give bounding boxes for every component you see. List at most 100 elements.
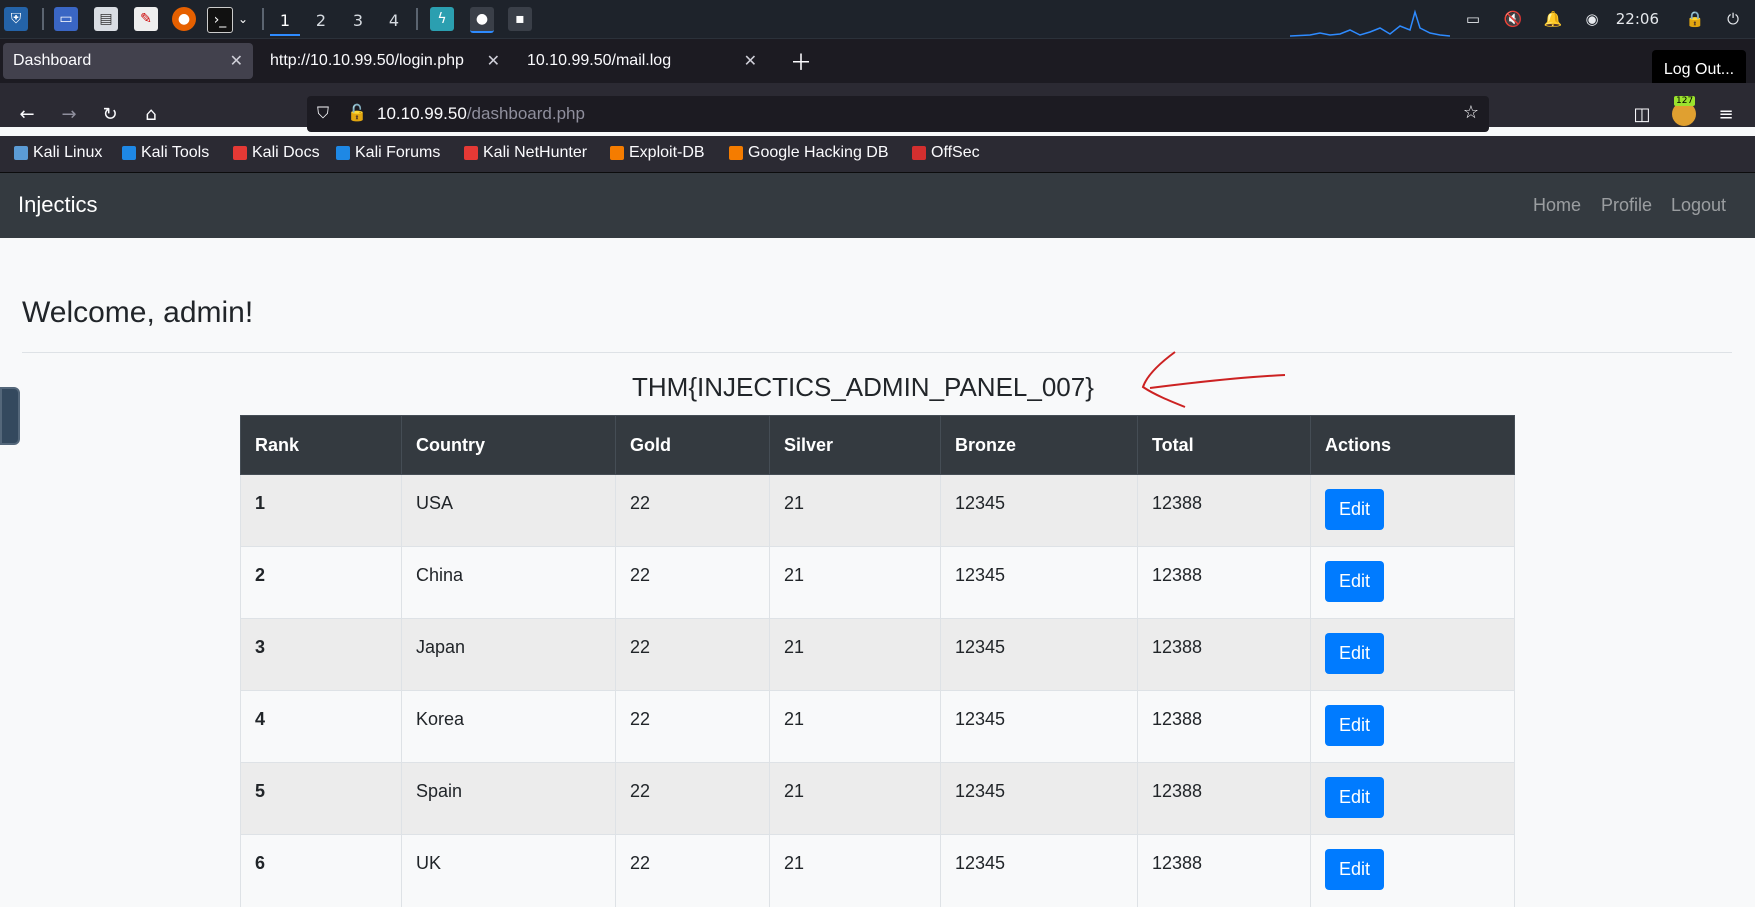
shield-icon[interactable]: ⛉ xyxy=(317,103,329,123)
kali-linux-icon xyxy=(14,146,28,160)
home-icon[interactable]: ⌂ xyxy=(139,102,163,126)
bookmark-kali-docs[interactable]: Kali Docs xyxy=(233,144,320,162)
back-icon[interactable]: ← xyxy=(15,102,39,126)
cell-rank: 6 xyxy=(240,834,402,907)
firefox-running-icon[interactable]: ● xyxy=(470,7,494,33)
nav-profile-link[interactable]: Profile xyxy=(1601,195,1652,216)
welcome-heading: Welcome, admin! xyxy=(22,296,254,329)
text-editor-icon[interactable]: ✎ xyxy=(134,7,158,31)
cell-rank: 3 xyxy=(240,618,402,691)
cell-total: 12388 xyxy=(1137,690,1311,763)
medal-table: Rank Country Gold Silver Bronze Total Ac… xyxy=(240,415,1515,907)
bookmark-label: Kali Forums xyxy=(355,144,441,161)
divider xyxy=(22,352,1732,353)
insecure-lock-icon[interactable]: 🔓 xyxy=(347,103,367,122)
table-row: 6 UK 22 21 12345 12388 Edit xyxy=(240,834,1515,907)
edit-button[interactable]: Edit xyxy=(1325,633,1385,674)
nav-logout-link[interactable]: Logout xyxy=(1671,195,1726,216)
extension-icon[interactable]: 127 xyxy=(1672,96,1696,126)
bookmark-label: Kali Linux xyxy=(33,144,103,161)
cell-total: 12388 xyxy=(1137,762,1311,835)
clock[interactable]: 22:06 xyxy=(1616,10,1659,28)
bookmark-kali-nethunter[interactable]: Kali NetHunter xyxy=(464,144,587,162)
bookmark-google-hacking-db[interactable]: Google Hacking DB xyxy=(729,144,889,162)
chevron-down-icon[interactable]: ⌄ xyxy=(236,7,250,31)
edit-button[interactable]: Edit xyxy=(1325,489,1385,530)
cell-total: 12388 xyxy=(1137,546,1311,619)
edit-button[interactable]: Edit xyxy=(1325,777,1385,818)
cell-actions: Edit xyxy=(1310,834,1515,907)
close-icon[interactable]: ✕ xyxy=(487,51,500,71)
cell-actions: Edit xyxy=(1310,690,1515,763)
cell-silver: 21 xyxy=(769,546,941,619)
edit-button[interactable]: Edit xyxy=(1325,561,1385,602)
mute-icon[interactable]: 🔇 xyxy=(1503,9,1523,29)
burpsuite-icon[interactable]: ϟ xyxy=(430,7,454,31)
url-host: 10.10.99.50 xyxy=(377,104,467,123)
kali-docs-icon xyxy=(233,146,247,160)
cell-gold: 22 xyxy=(615,690,770,763)
terminal-icon[interactable]: ›_ xyxy=(207,7,233,33)
bookmark-label: Exploit-DB xyxy=(629,144,705,161)
workspace-2[interactable]: 2 xyxy=(306,6,336,34)
desktop-icon[interactable]: ▭ xyxy=(54,7,78,31)
close-icon[interactable]: ✕ xyxy=(230,51,243,71)
update-icon[interactable]: ◉ xyxy=(1582,9,1602,29)
cell-bronze: 12345 xyxy=(940,690,1138,763)
cell-total: 12388 xyxy=(1137,474,1311,547)
cell-rank: 2 xyxy=(240,546,402,619)
table-header-row: Rank Country Gold Silver Bronze Total Ac… xyxy=(240,415,1515,475)
site-brand[interactable]: Injectics xyxy=(18,192,97,218)
menu-icon[interactable]: ≡ xyxy=(1714,102,1738,126)
google-hacking-db-icon xyxy=(729,146,743,160)
cell-total: 12388 xyxy=(1137,618,1311,691)
workspace-1[interactable]: 1 xyxy=(270,6,300,36)
workspace-3[interactable]: 3 xyxy=(343,6,373,34)
firefox-icon[interactable]: ● xyxy=(172,7,196,31)
tab-label: http://10.10.99.50/login.php xyxy=(270,52,464,69)
table-row: 3 Japan 22 21 12345 12388 Edit xyxy=(240,618,1515,691)
annotation-arrow-icon xyxy=(1141,351,1286,408)
new-tab-button[interactable]: ＋ xyxy=(780,43,816,79)
cpu-graph-icon xyxy=(1290,9,1450,37)
pocket-icon[interactable]: ◫ xyxy=(1630,102,1654,126)
forward-icon[interactable]: → xyxy=(57,102,81,126)
cell-country: Korea xyxy=(401,690,616,763)
side-panel-handle[interactable] xyxy=(0,387,20,445)
reload-icon[interactable]: ↻ xyxy=(98,102,122,126)
cell-actions: Edit xyxy=(1310,762,1515,835)
close-icon[interactable]: ✕ xyxy=(744,51,757,71)
bookmark-offsec[interactable]: OffSec xyxy=(912,144,980,162)
cell-silver: 21 xyxy=(769,618,941,691)
bookmark-kali-forums[interactable]: Kali Forums xyxy=(336,144,440,162)
tab-mail-log[interactable]: 10.10.99.50/mail.log ✕ xyxy=(517,43,767,79)
kali-menu-icon[interactable]: ⛨ xyxy=(4,7,28,31)
kali-tools-icon xyxy=(122,146,136,160)
lock-icon[interactable]: 🔒 xyxy=(1685,9,1705,29)
cell-silver: 21 xyxy=(769,690,941,763)
nav-home-link[interactable]: Home xyxy=(1533,195,1581,216)
bookmark-star-icon[interactable]: ☆ xyxy=(1463,102,1479,123)
cell-actions: Edit xyxy=(1310,474,1515,547)
cell-bronze: 12345 xyxy=(940,834,1138,907)
workspace-4[interactable]: 4 xyxy=(379,6,409,34)
cell-rank: 5 xyxy=(240,762,402,835)
bookmark-exploit-db[interactable]: Exploit-DB xyxy=(610,144,705,162)
kali-forums-icon xyxy=(336,146,350,160)
tab-login[interactable]: http://10.10.99.50/login.php ✕ xyxy=(260,43,510,79)
tab-dashboard[interactable]: Dashboard ✕ xyxy=(3,43,253,79)
bookmark-label: OffSec xyxy=(931,144,980,161)
notification-bell-icon[interactable]: 🔔 xyxy=(1543,9,1563,29)
terminal-running-icon[interactable]: ▪ xyxy=(508,7,532,31)
cell-gold: 22 xyxy=(615,834,770,907)
bookmark-kali-linux[interactable]: Kali Linux xyxy=(14,144,102,162)
bookmark-kali-tools[interactable]: Kali Tools xyxy=(122,144,209,162)
cell-actions: Edit xyxy=(1310,546,1515,619)
table-row: 4 Korea 22 21 12345 12388 Edit xyxy=(240,690,1515,763)
logout-icon[interactable]: ⏻ xyxy=(1723,9,1743,29)
display-icon[interactable]: ▭ xyxy=(1463,9,1483,29)
file-manager-icon[interactable]: ▤ xyxy=(94,7,118,31)
edit-button[interactable]: Edit xyxy=(1325,705,1385,746)
url-bar[interactable]: ⛉ 🔓 10.10.99.50/dashboard.php ☆ xyxy=(307,96,1489,132)
edit-button[interactable]: Edit xyxy=(1325,849,1385,890)
